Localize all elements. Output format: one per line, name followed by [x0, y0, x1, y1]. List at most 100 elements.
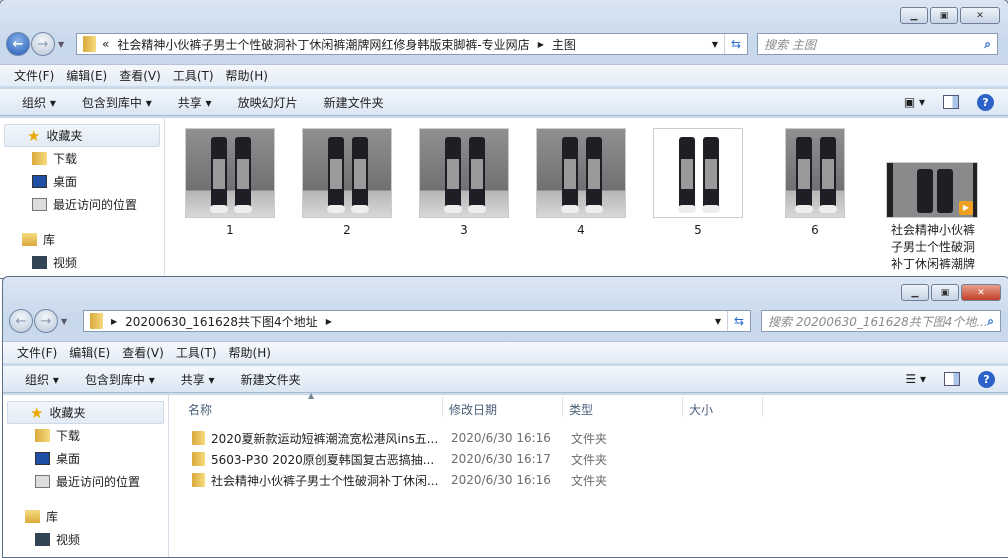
preview-pane-icon[interactable] — [944, 372, 960, 386]
column-header-name[interactable]: 名称 — [188, 401, 212, 418]
back-button[interactable]: ← — [9, 309, 33, 333]
file-label[interactable]: 6 — [770, 223, 860, 237]
forward-button[interactable]: → — [34, 309, 58, 333]
chevron-right-icon[interactable]: ▶ — [538, 40, 544, 49]
view-options-icon[interactable]: ▣ ▾ — [904, 95, 925, 109]
sidebar-item-desktop[interactable]: 桌面 — [3, 447, 168, 470]
menu-bar: 文件(F) 编辑(E) 查看(V) 工具(T) 帮助(H) — [3, 341, 1008, 363]
sidebar-item-libraries[interactable]: 库 — [3, 505, 168, 528]
shoe — [444, 205, 462, 213]
share-button[interactable]: 共享 ▾ — [178, 94, 212, 111]
column-divider[interactable] — [762, 397, 763, 417]
minimize-button[interactable]: ▁ — [900, 7, 928, 24]
image-thumbnail[interactable] — [785, 128, 845, 218]
address-dropdown[interactable]: ▼ — [709, 311, 728, 331]
image-thumbnail[interactable] — [302, 128, 392, 218]
breadcrumb-segment[interactable]: 20200630_161628共下图4个地址 — [125, 313, 318, 330]
address-bar[interactable]: ▶ 20200630_161628共下图4个地址 ▶ ▼ ⇆ — [83, 310, 751, 332]
search-input[interactable]: 搜索 主图 ⌕ — [757, 33, 998, 55]
recent-pages-dropdown[interactable]: ▼ — [58, 40, 64, 49]
new-folder-button[interactable]: 新建文件夹 — [324, 94, 384, 111]
breadcrumb-overflow[interactable]: « — [102, 37, 109, 51]
shoe — [234, 205, 252, 213]
menu-file[interactable]: 文件(F) — [14, 67, 54, 84]
sidebar-item-videos[interactable]: 视频 — [3, 528, 168, 551]
slideshow-button[interactable]: 放映幻灯片 — [238, 94, 298, 111]
search-icon[interactable]: ⌕ — [984, 37, 991, 52]
recent-pages-dropdown[interactable]: ▼ — [61, 317, 67, 326]
preview-pane-icon[interactable] — [943, 95, 959, 109]
organize-button[interactable]: 组织 ▾ — [25, 371, 59, 388]
sidebar-item-videos[interactable]: 视频 — [0, 251, 164, 274]
file-label[interactable]: 5 — [653, 223, 743, 237]
image-thumbnail[interactable] — [419, 128, 509, 218]
search-icon[interactable]: ⌕ — [987, 314, 994, 329]
chevron-right-icon[interactable]: ▶ — [326, 317, 332, 326]
item-type: 文件夹 — [571, 473, 608, 488]
back-button[interactable]: ← — [6, 32, 30, 56]
column-divider[interactable] — [442, 397, 443, 417]
close-button[interactable]: ✕ — [960, 7, 1000, 24]
sidebar-item-downloads[interactable]: 下载 — [0, 147, 164, 170]
menu-tools[interactable]: 工具(T) — [176, 344, 217, 361]
close-button[interactable]: ✕ — [961, 284, 1001, 301]
folder-row[interactable]: 社会精神小伙裤子男士个性破洞补丁休闲... 2020/6/30 16:16 文件夹 — [190, 470, 607, 490]
new-folder-button[interactable]: 新建文件夹 — [241, 371, 301, 388]
include-in-library-button[interactable]: 包含到库中 ▾ — [82, 94, 152, 111]
desktop-icon — [32, 175, 47, 188]
menu-view[interactable]: 查看(V) — [119, 67, 161, 84]
address-bar[interactable]: « 社会精神小伙裤子男士个性破洞补丁休闲裤潮牌网红修身韩版束脚裤-专业网店 ▶ … — [76, 33, 748, 55]
shoe — [819, 205, 837, 213]
include-in-library-button[interactable]: 包含到库中 ▾ — [85, 371, 155, 388]
menu-file[interactable]: 文件(F) — [17, 344, 57, 361]
maximize-button[interactable]: ▣ — [930, 7, 958, 24]
sidebar-item-desktop[interactable]: 桌面 — [0, 170, 164, 193]
sidebar-item-downloads[interactable]: 下载 — [3, 424, 168, 447]
menu-help[interactable]: 帮助(H) — [229, 344, 271, 361]
breadcrumb-segment[interactable]: 主图 — [552, 36, 576, 53]
folder-row[interactable]: 2020夏新款运动短裤潮流宽松港风ins五... 2020/6/30 16:16 文… — [190, 428, 607, 448]
help-icon[interactable]: ? — [977, 93, 994, 111]
file-label[interactable]: 4 — [536, 223, 626, 237]
forward-button[interactable]: → — [31, 32, 55, 56]
video-thumbnail[interactable]: ▶ — [886, 162, 978, 218]
column-header-type[interactable]: 类型 — [569, 401, 593, 418]
menu-tools[interactable]: 工具(T) — [173, 67, 214, 84]
address-dropdown[interactable]: ▼ — [706, 34, 725, 54]
menu-edit[interactable]: 编辑(E) — [69, 344, 110, 361]
file-label[interactable]: 社会精神小伙裤子男士个性破洞补丁休闲裤潮牌 — [888, 222, 978, 273]
sidebar-item-favorites[interactable]: ★ 收藏夹 — [7, 401, 164, 424]
column-divider[interactable] — [562, 397, 563, 417]
file-label[interactable]: 2 — [302, 223, 392, 237]
file-label[interactable]: 1 — [185, 223, 275, 237]
shoe — [795, 205, 813, 213]
sidebar-item-recent[interactable]: 最近访问的位置 — [3, 470, 168, 493]
sidebar-item-favorites[interactable]: ★ 收藏夹 — [4, 124, 160, 147]
column-header-size[interactable]: 大小 — [689, 401, 713, 418]
column-divider[interactable] — [682, 397, 683, 417]
column-header-date[interactable]: 修改日期 — [449, 401, 497, 418]
view-options-icon[interactable]: ☰ ▾ — [905, 372, 926, 386]
image-thumbnail[interactable] — [185, 128, 275, 218]
folder-row[interactable]: 5603-P30 2020原创夏韩国复古恶搞抽... 2020/6/30 16:1… — [190, 449, 607, 469]
refresh-icon[interactable]: ⇆ — [725, 37, 747, 51]
breadcrumb-segment[interactable]: 社会精神小伙裤子男士个性破洞补丁休闲裤潮牌网红修身韩版束脚裤-专业网店 — [117, 36, 529, 53]
pants-patch — [471, 159, 483, 189]
refresh-icon[interactable]: ⇆ — [728, 314, 750, 328]
minimize-button[interactable]: ▁ — [901, 284, 929, 301]
organize-button[interactable]: 组织 ▾ — [22, 94, 56, 111]
help-icon[interactable]: ? — [978, 370, 995, 388]
sidebar-item-libraries[interactable]: 库 — [0, 228, 164, 251]
search-input[interactable]: 搜索 20200630_161628共下图4个地... ⌕ — [761, 310, 1001, 332]
chevron-right-icon[interactable]: ▶ — [111, 317, 117, 326]
image-thumbnail[interactable] — [536, 128, 626, 218]
sidebar-item-recent[interactable]: 最近访问的位置 — [0, 193, 164, 216]
share-button[interactable]: 共享 ▾ — [181, 371, 215, 388]
menu-help[interactable]: 帮助(H) — [226, 67, 268, 84]
maximize-button[interactable]: ▣ — [931, 284, 959, 301]
image-thumbnail[interactable] — [653, 128, 743, 218]
file-label[interactable]: 3 — [419, 223, 509, 237]
pants-patch — [330, 159, 342, 189]
menu-view[interactable]: 查看(V) — [122, 344, 164, 361]
menu-edit[interactable]: 编辑(E) — [66, 67, 107, 84]
